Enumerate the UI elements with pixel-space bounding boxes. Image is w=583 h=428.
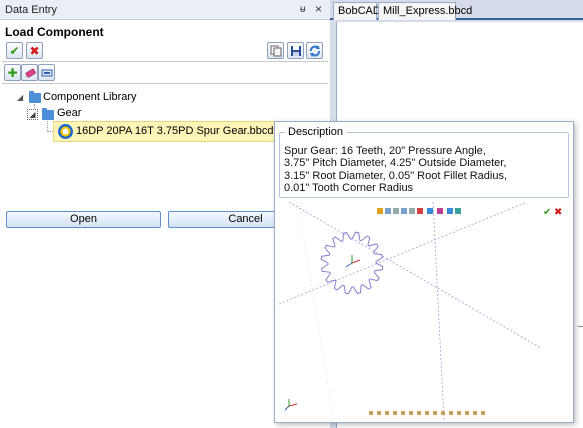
description-text: Spur Gear: 16 Teeth, 20" Pressure Angle,… <box>284 145 564 194</box>
description-line: Spur Gear: 16 Teeth, 20" Pressure Angle, <box>284 145 486 157</box>
description-line: 3.75" Pitch Diameter, 4.25" Outside Diam… <box>284 157 507 170</box>
tree-item-gear[interactable]: Gear <box>57 107 81 119</box>
collapse-toggle-icon[interactable]: ◢ <box>27 109 38 120</box>
add-icon: ✚ <box>7 65 18 80</box>
viewport-marker: – <box>578 321 583 332</box>
checkmark-icon: ✔ <box>9 43 20 58</box>
red-x-icon: ✖ <box>29 43 40 58</box>
description-line: 3.15" Root Diameter, 0.05" Root Fillet R… <box>284 169 508 182</box>
erase-button[interactable] <box>21 64 38 81</box>
tab-mill-express[interactable]: Mill_Express.bbcd <box>378 2 472 20</box>
cancel-icon-button[interactable]: ✖ <box>26 42 43 59</box>
gear-preview-image: ✔ ✖ <box>278 201 562 421</box>
eraser-icon <box>25 68 36 78</box>
description-legend: Description <box>285 126 347 138</box>
preview-toolbar[interactable] <box>377 208 461 214</box>
ok-button[interactable]: ✔ <box>6 42 23 59</box>
preview-close-icon[interactable]: ✖ <box>554 207 562 218</box>
panel-title: Data Entry <box>5 4 57 16</box>
toolbar-divider <box>2 61 328 62</box>
folder-icon <box>42 108 54 120</box>
panel-header: Data Entry ᵾ × <box>0 0 330 20</box>
properties-icon <box>41 69 52 76</box>
refresh-button[interactable] <box>306 42 323 59</box>
save-icon <box>290 45 301 56</box>
folder-icon <box>29 91 41 103</box>
refresh-icon <box>309 44 320 57</box>
gear-file-icon <box>58 124 73 139</box>
save-button[interactable] <box>287 42 304 59</box>
tree-item-gear-file[interactable]: 16DP 20PA 16T 3.75PD Spur Gear.bbcdx <box>76 125 279 137</box>
expand-arrow-icon[interactable]: ◢ <box>17 93 23 102</box>
tree-item-component-library[interactable]: Component Library <box>43 91 137 103</box>
copy-icon <box>270 45 281 56</box>
preview-ok-icon[interactable]: ✔ <box>543 207 551 218</box>
copy-button[interactable] <box>267 42 284 59</box>
pin-icon[interactable]: ᵾ <box>300 4 305 15</box>
load-component-heading: Load Component <box>5 25 104 39</box>
description-line: 0.01" Tooth Corner Radius <box>284 181 414 194</box>
close-panel-icon[interactable]: × <box>315 2 322 16</box>
preview-bottom-toolbar[interactable] <box>369 411 485 415</box>
toolbar-divider-2 <box>2 83 328 84</box>
tab-bobcad1[interactable]: BobCAD1 <box>333 2 387 20</box>
description-popup: Description Spur Gear: 16 Teeth, 20" Pre… <box>274 121 574 423</box>
document-tabstrip: BobCAD1 Mill_Express.bbcd <box>330 0 583 20</box>
open-button[interactable]: Open <box>6 211 161 228</box>
gear-preview: ✔ ✖ <box>278 201 569 421</box>
properties-button[interactable] <box>38 64 55 81</box>
add-button[interactable]: ✚ <box>4 64 21 81</box>
